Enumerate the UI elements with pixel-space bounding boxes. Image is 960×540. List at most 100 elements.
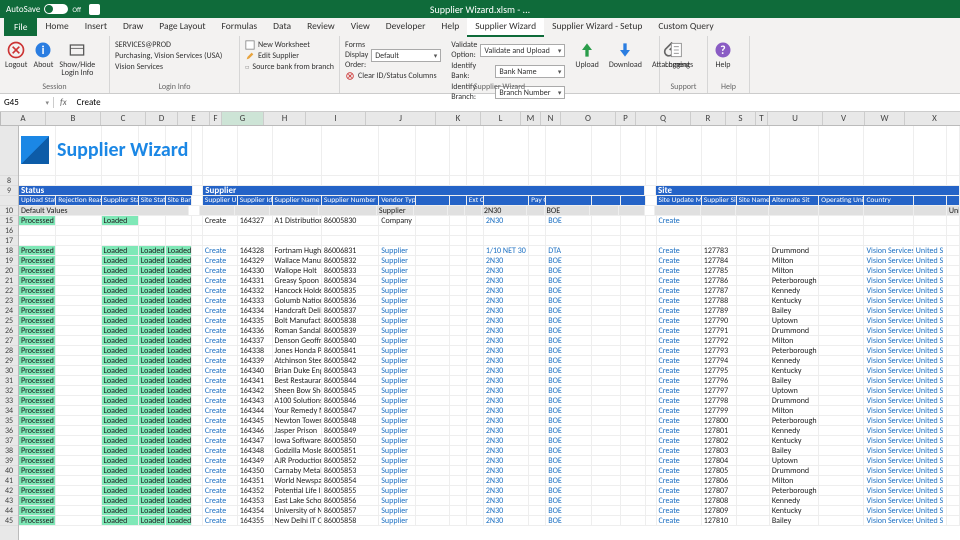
table-row[interactable]: ProcessedLoadedLoadedLoadedCreate164335B… [19,316,960,326]
wizard-title: Supplier Wizard [57,138,188,162]
col-header-C[interactable]: C [101,112,146,125]
group-support: Support [660,82,707,93]
table-row[interactable]: ProcessedLoadedLoadedLoadedCreate164351W… [19,476,960,486]
col-header-T[interactable]: T [756,112,768,125]
table-row[interactable]: ProcessedLoadedLoadedLoadedCreate164332H… [19,286,960,296]
col-header-M[interactable]: M [521,112,541,125]
group-login: Login Info [110,82,239,93]
tab-data[interactable]: Data [265,17,299,37]
table-row[interactable]: ProcessedLoadedLoadedLoadedCreate164352P… [19,486,960,496]
table-row[interactable]: ProcessedLoadedLoadedLoadedCreate164331G… [19,276,960,286]
column-headers: ABCDEFGHIJKLMNOPQRSTUVWXYZAAA [0,112,960,126]
forms-display-order[interactable]: Forms Display Order:Default [345,40,441,70]
source-bank[interactable]: Source bank from branch [245,62,334,72]
spreadsheet-grid[interactable]: 8910151617181920212223242526272829303132… [0,126,960,540]
tab-formulas[interactable]: Formulas [214,17,266,37]
col-header-X[interactable]: X [905,112,960,125]
logging-button[interactable]: Logging [665,38,690,69]
col-header-U[interactable]: U [768,112,823,125]
tab-review[interactable]: Review [299,17,343,37]
table-row[interactable]: ProcessedLoadedLoadedLoadedCreate164333G… [19,296,960,306]
about-button[interactable]: iAbout [33,38,53,69]
tab-supplier-wizard[interactable]: Supplier Wizard [467,17,544,37]
col-header-O[interactable]: O [561,112,616,125]
col-header-H[interactable]: H [264,112,306,125]
table-row[interactable]: ProcessedLoadedLoadedLoadedCreate164340B… [19,366,960,376]
table-row[interactable]: ProcessedLoadedLoadedLoadedCreate164345N… [19,416,960,426]
table-row[interactable]: ProcessedLoadedLoadedLoadedCreate164343A… [19,396,960,406]
document-title: Supplier Wizard.xlsm - ... [430,3,530,16]
tab-insert[interactable]: Insert [77,17,115,37]
table-row[interactable]: ProcessedLoadedLoadedLoadedCreate164341B… [19,376,960,386]
svg-text:?: ? [720,44,725,58]
validate-option[interactable]: Validate Option:Validate and Upload [451,40,565,60]
table-row[interactable]: ProcessedLoadedLoadedLoadedCreate164344Y… [19,406,960,416]
showhide-button[interactable]: Show/Hide Login Info [59,38,95,77]
save-icon[interactable] [89,4,100,15]
autosave-toggle[interactable] [44,4,68,14]
svg-text:i: i [42,44,45,58]
tab-page-layout[interactable]: Page Layout [151,17,213,37]
name-box[interactable]: G45▾ [0,97,54,108]
table-row[interactable]: ProcessedLoadedLoadedLoadedCreate164330W… [19,266,960,276]
group-help: Help [708,82,749,93]
col-header-N[interactable]: N [541,112,561,125]
table-row[interactable]: ProcessedLoadedLoadedLoadedCreate164355N… [19,516,960,526]
col-header-A[interactable]: A [1,112,46,125]
table-row[interactable]: ProcessedLoadedLoadedLoadedCreate164353E… [19,496,960,506]
tab-file[interactable]: File [4,18,37,36]
table-row[interactable]: ProcessedLoadedLoadedLoadedCreate164342S… [19,386,960,396]
tab-help[interactable]: Help [433,17,467,37]
tab-supplier-wizard---setup[interactable]: Supplier Wizard - Setup [544,17,650,37]
col-header-S[interactable]: S [726,112,756,125]
col-header-B[interactable]: B [46,112,101,125]
upload-button[interactable]: Upload [575,38,598,69]
col-header-E[interactable]: E [178,112,210,125]
col-header-L[interactable]: L [481,112,521,125]
table-row[interactable]: ProcessedLoadedLoadedLoadedCreate164337D… [19,336,960,346]
col-header-G[interactable]: G [222,112,264,125]
col-header-P[interactable]: P [616,112,636,125]
edit-supplier[interactable]: Edit Supplier [245,51,334,61]
tab-view[interactable]: View [343,17,378,37]
col-header-F[interactable]: F [210,112,222,125]
help-button[interactable]: ?Help [713,38,733,69]
group-wizard: Supplier Wizard [340,82,659,93]
col-header-V[interactable]: V [823,112,865,125]
col-header-W[interactable]: W [865,112,905,125]
table-row[interactable]: ProcessedLoadedLoadedLoadedCreate164349A… [19,456,960,466]
table-row[interactable]: ProcessedLoadedLoadedLoadedCreate164350C… [19,466,960,476]
table-row[interactable]: ProcessedLoadedLoadedLoadedCreate164347I… [19,436,960,446]
col-header-Q[interactable]: Q [636,112,691,125]
download-button[interactable]: Download [609,38,642,69]
table-row[interactable]: ProcessedLoadedLoadedLoadedCreate164338J… [19,346,960,356]
formula-input[interactable]: Create [73,97,105,108]
col-header-R[interactable]: R [691,112,726,125]
tab-draw[interactable]: Draw [115,17,151,37]
col-header-K[interactable]: K [436,112,481,125]
table-row[interactable]: ProcessedLoadedLoadedLoadedCreate164346J… [19,426,960,436]
table-row[interactable]: ProcessedLoadedLoadedLoadedCreate164336R… [19,326,960,336]
col-header-J[interactable]: J [366,112,436,125]
env-text: SERVICES@PROD [115,40,234,50]
tab-home[interactable]: Home [37,17,76,37]
autosave-state: Off [72,5,81,14]
table-row[interactable]: ProcessedLoadedLoadedLoadedCreate164354U… [19,506,960,516]
logout-button[interactable]: Logout [5,38,27,69]
table-row[interactable]: ProcessedLoadedLoadedLoadedCreate164328F… [19,246,960,256]
new-worksheet[interactable]: New Worksheet [245,40,334,50]
table-row[interactable]: ProcessedLoadedLoadedLoadedCreate164339A… [19,356,960,366]
tab-developer[interactable]: Developer [378,17,434,37]
table-row[interactable]: ProcessedLoadedLoadedLoadedCreate164329W… [19,256,960,266]
tab-custom-query[interactable]: Custom Query [650,17,721,37]
fx-icon[interactable]: fx [54,97,73,108]
table-row[interactable]: ProcessedLoadedLoadedLoadedCreate164348G… [19,446,960,456]
row-headers: 8910151617181920212223242526272829303132… [0,126,19,540]
ribbon-tabs: File HomeInsertDrawPage LayoutFormulasDa… [0,18,960,36]
clear-columns[interactable]: Clear ID/Status Columns [345,71,441,81]
table-row[interactable]: ProcessedLoadedLoadedLoadedCreate164334H… [19,306,960,316]
col-header-I[interactable]: I [306,112,366,125]
identify-bank[interactable]: Identify Bank:Bank Name [451,61,565,81]
group-sheet [240,92,339,93]
col-header-D[interactable]: D [146,112,178,125]
